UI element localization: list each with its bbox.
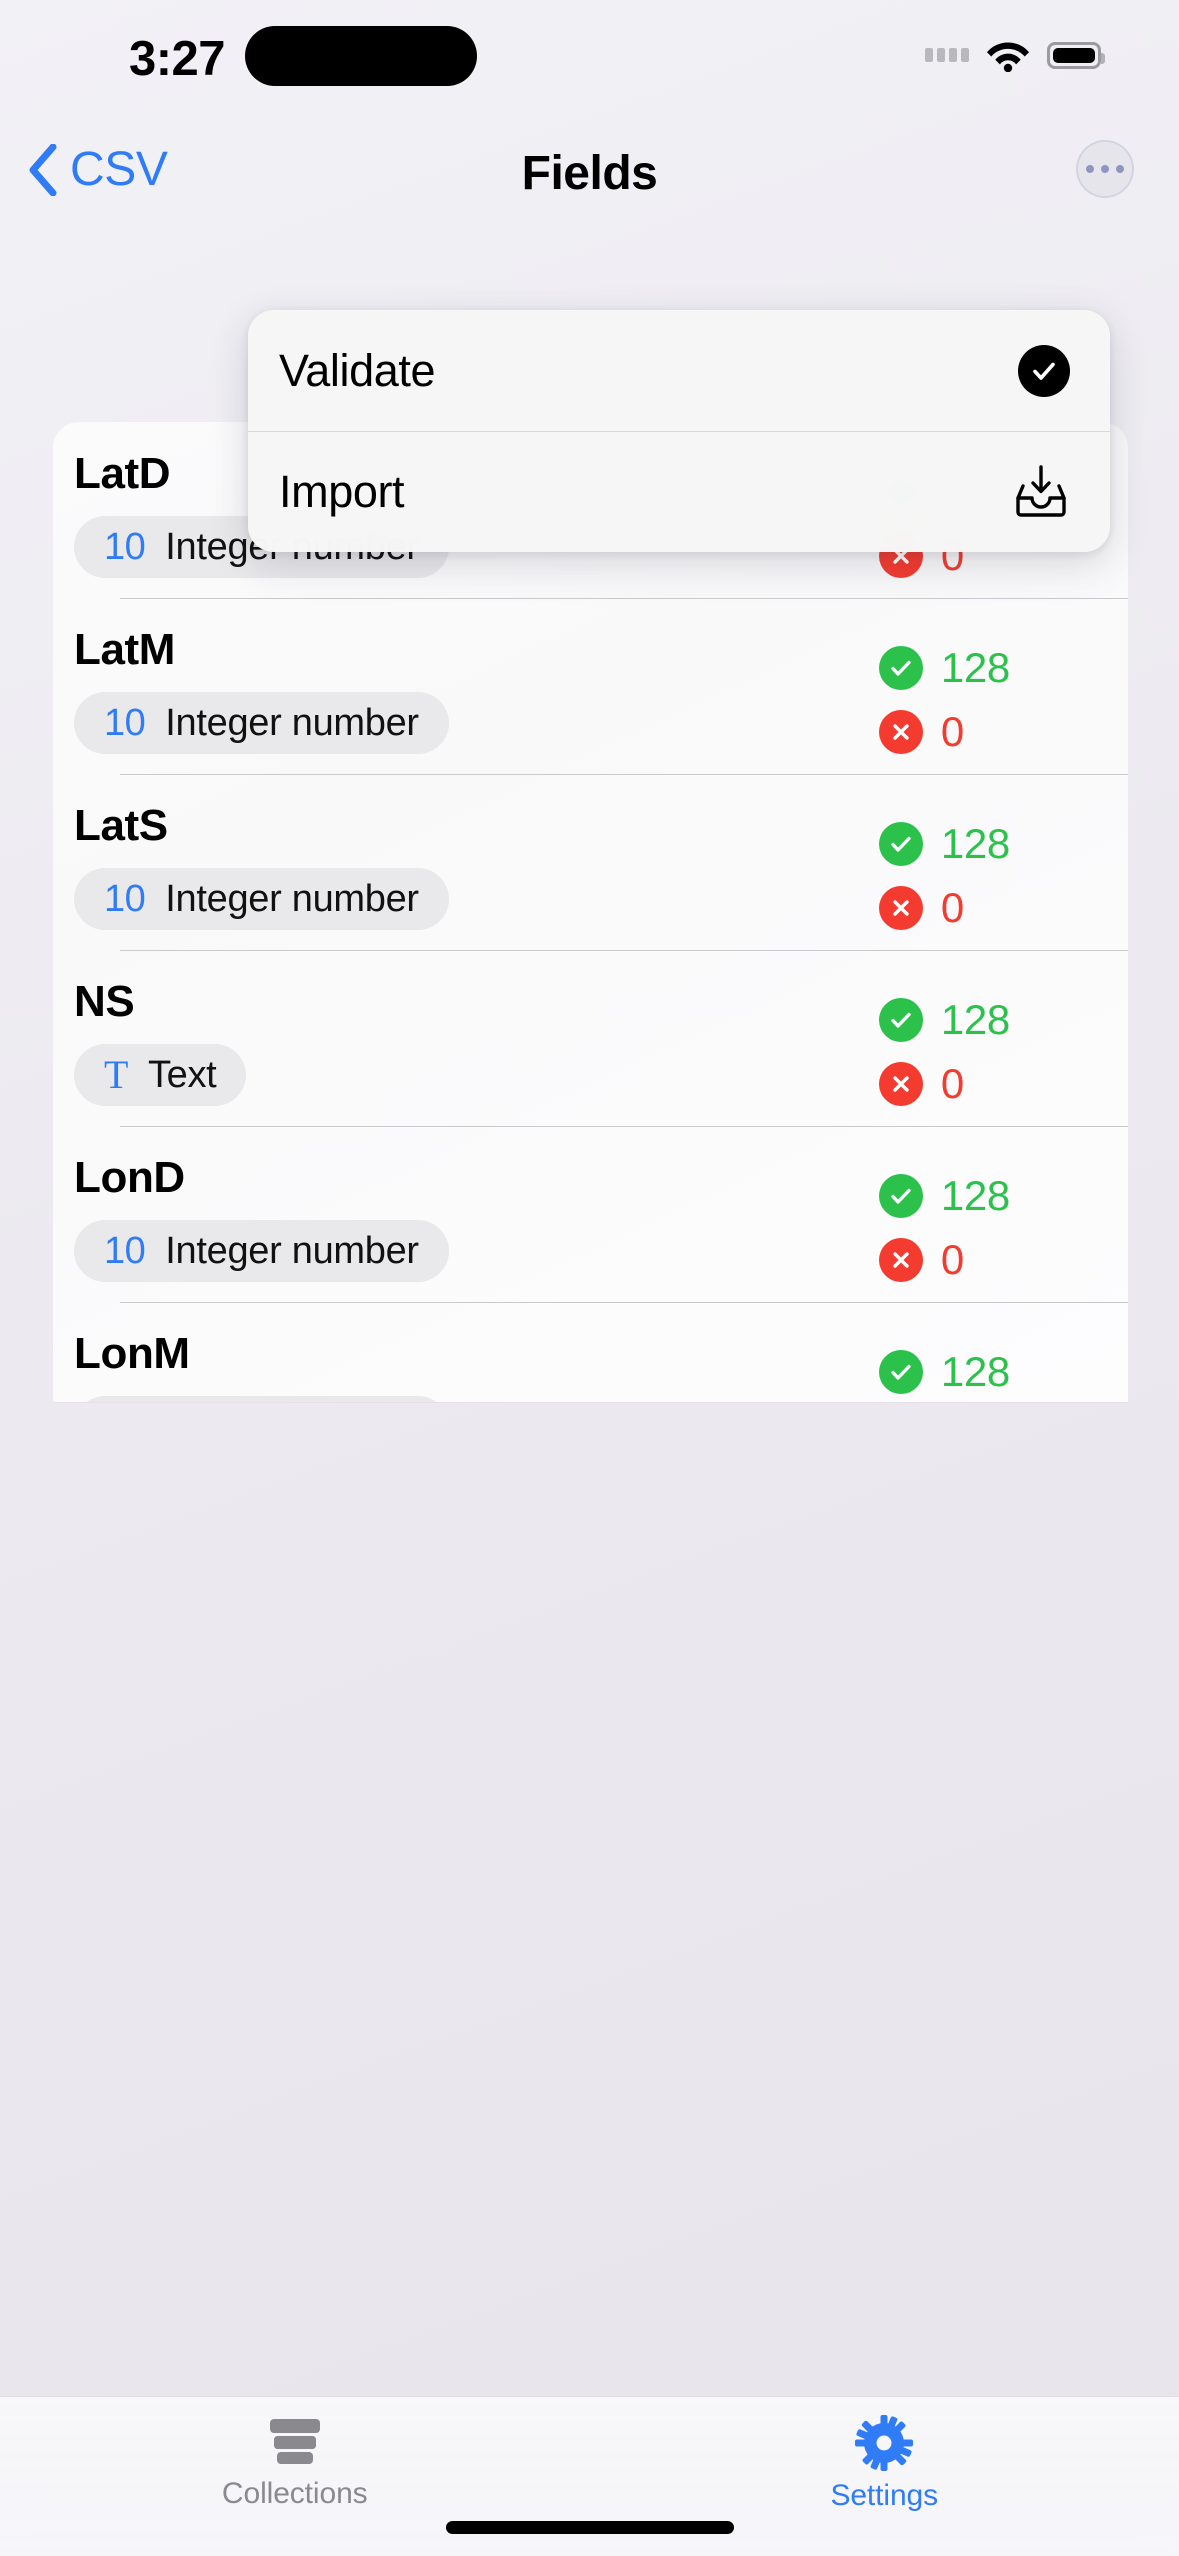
integer-number-icon: 10 <box>104 702 146 744</box>
context-menu: Validate Import <box>248 310 1110 552</box>
invalid-count: 0 <box>878 1236 1010 1283</box>
field-type-pill[interactable]: 10 Integer number <box>74 1220 449 1282</box>
invalid-count-value: 0 <box>940 884 964 931</box>
page-title: Fields <box>521 147 658 200</box>
table-row[interactable]: LatS 10 Integer number 128 0 <box>53 774 1128 950</box>
navigation-bar: CSV Fields <box>0 120 1179 228</box>
cellular-bars-icon <box>925 48 969 62</box>
field-type-pill[interactable]: T Text <box>74 1044 247 1106</box>
field-name: LatM <box>74 625 176 674</box>
fields-list: LatD 10 Integer number 128 0 <box>53 422 1128 1402</box>
checkmark-circle-filled-icon <box>878 1174 923 1218</box>
text-type-icon: T <box>104 1052 128 1097</box>
valid-count: 128 <box>878 1172 1010 1219</box>
table-row[interactable]: LonM 10 Integer number 128 0 <box>53 1302 1128 1402</box>
xmark-circle-filled-icon <box>878 1238 923 1282</box>
field-stats: 128 0 <box>878 996 1010 1107</box>
field-type-label: Integer number <box>165 702 419 744</box>
tab-label: Collections <box>221 2477 368 2510</box>
valid-count-value: 128 <box>940 1348 1010 1395</box>
valid-count-value: 128 <box>940 644 1010 691</box>
field-type-label: Text <box>147 1054 217 1096</box>
home-indicator <box>445 2521 734 2534</box>
status-bar-indicators <box>925 38 1105 72</box>
xmark-circle-filled-icon <box>878 1062 923 1106</box>
xmark-circle-filled-icon <box>878 886 923 930</box>
status-bar: 3:27 <box>0 0 1179 120</box>
field-stats: 128 0 <box>878 1172 1010 1283</box>
integer-number-icon: 10 <box>104 878 146 920</box>
valid-count: 128 <box>878 996 1010 1043</box>
field-name: NS <box>74 977 135 1026</box>
invalid-count: 0 <box>878 708 1010 755</box>
wifi-icon <box>987 42 1029 72</box>
integer-number-icon: 10 <box>104 526 146 568</box>
integer-number-icon: 10 <box>104 1230 146 1272</box>
valid-count-value: 128 <box>940 1172 1010 1219</box>
checkmark-circle-filled-icon <box>878 998 923 1042</box>
invalid-count-value: 0 <box>940 1060 964 1107</box>
archivebox-icon <box>269 2419 320 2464</box>
field-type-label: Integer number <box>165 1230 419 1272</box>
valid-count: 128 <box>878 644 1010 691</box>
status-bar-time: 3:27 <box>128 32 226 86</box>
menu-item-trailing <box>1000 344 1070 397</box>
field-stats: 128 0 <box>878 820 1010 931</box>
valid-count: 128 <box>878 1348 1010 1395</box>
valid-count-value: 128 <box>940 820 1010 867</box>
field-name: LonD <box>74 1153 185 1202</box>
gear-icon <box>855 2415 914 2471</box>
battery-icon <box>1047 41 1105 69</box>
field-type-pill[interactable]: 10 Integer number <box>74 692 449 754</box>
table-row[interactable]: NS T Text 128 0 <box>53 950 1128 1126</box>
app-screen: 3:27 CSV Fields LatD 10 Integer 0 LatM 1… <box>0 0 1179 2556</box>
field-name: LatS <box>74 801 168 850</box>
ellipsis-circle-icon[interactable] <box>1076 140 1134 198</box>
table-row[interactable]: LatM 10 Integer number 128 0 <box>53 598 1128 774</box>
menu-item-validate[interactable]: Validate <box>248 310 1110 431</box>
menu-item-import[interactable]: Import <box>248 431 1110 552</box>
table-row[interactable]: LonD 10 Integer number 128 0 <box>53 1126 1128 1302</box>
field-type-pill[interactable]: 10 Integer number <box>74 1396 449 1402</box>
field-info: NS T Text <box>74 977 247 1106</box>
field-type-label: Integer number <box>165 878 419 920</box>
field-name: LonM <box>74 1329 190 1378</box>
tab-label: Settings <box>830 2479 939 2512</box>
menu-item-label: Validate <box>279 344 436 396</box>
field-info: LatS 10 Integer number <box>74 804 449 930</box>
checkmark-circle-filled-icon <box>878 822 923 866</box>
menu-item-trailing <box>1000 464 1070 520</box>
invalid-count: 0 <box>878 884 1010 931</box>
field-info: LonD 10 Integer number <box>74 1156 449 1282</box>
checkmark-circle-filled-icon <box>1018 344 1070 397</box>
field-stats: 128 0 <box>878 644 1010 755</box>
xmark-circle-filled-icon <box>878 710 923 754</box>
invalid-count-value: 0 <box>940 1236 964 1283</box>
field-stats: 128 0 <box>878 1348 1010 1402</box>
tray-and-arrow-down-icon <box>1016 464 1066 517</box>
menu-item-label: Import <box>279 465 405 517</box>
checkmark-circle-filled-icon <box>878 1350 923 1394</box>
checkmark-circle-filled-icon <box>878 646 923 690</box>
valid-count: 128 <box>878 820 1010 867</box>
field-info: LonM 10 Integer number <box>74 1332 449 1402</box>
valid-count-value: 128 <box>940 996 1010 1043</box>
field-info: LatM 10 Integer number <box>74 628 449 754</box>
invalid-count-value: 0 <box>940 708 964 755</box>
invalid-count: 0 <box>878 1060 1010 1107</box>
field-type-pill[interactable]: 10 Integer number <box>74 868 449 930</box>
dynamic-island <box>245 26 477 86</box>
